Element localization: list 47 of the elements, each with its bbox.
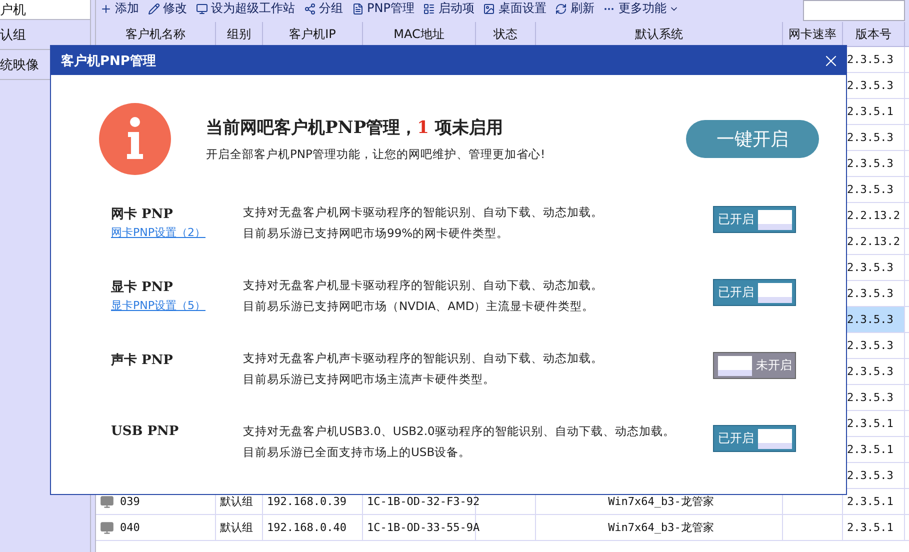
table-cell: 040 [96,515,216,540]
pencil-icon [148,2,160,14]
list-icon [423,2,436,14]
description-line: 支持对无盘客户机显卡驱动程序的智能识别、自动下载、动态加载。 [243,278,604,293]
document-icon [352,2,364,14]
toolbar-button[interactable]: 添加 [100,0,139,17]
sidebar-item[interactable]: 户机 [0,0,90,20]
toggle-switch[interactable]: 已开启 [713,279,796,306]
item-title: 声卡 PNP [111,352,174,369]
item-title: USB PNP [111,424,180,439]
headline: 当前网吧客户机PNP管理，1 项未启用 [206,117,504,139]
toggle-switch[interactable]: 已开启 [713,425,796,452]
table-cell: 2.3.5.1 [843,515,905,540]
item-title: 网卡 PNP [111,206,174,223]
toggle-switch[interactable]: 已开启 [713,206,796,233]
toolbar-button[interactable]: 桌面设置 [483,0,546,17]
settings-link[interactable]: 网卡PNP设置（2） [111,225,243,240]
settings-link[interactable]: 显卡PNP设置（5） [111,298,243,313]
computer-icon [100,520,114,534]
description-line: 目前易乐游已支持网吧市场99%的网卡硬件类型。 [243,226,510,241]
table-cell: 默认组 [216,515,263,540]
toolbar-button[interactable]: 启动项 [423,0,474,17]
item-title: 显卡 PNP [111,279,174,296]
computer-icon [100,494,114,508]
description-line: 支持对无盘客户机USB3.0、USB2.0驱动程序的智能识别、自动下载、动态加载。 [243,424,676,439]
table-cell: Win7x64_b3-龙管家 [536,515,783,540]
subtitle: 开启全部客户机PNP管理功能，让您的网吧维护、管理更加省心! [206,147,546,162]
description-line: 目前易乐游已支持网吧市场（NVDIA、AMD）主流显卡硬件类型。 [243,299,596,314]
toolbar-button[interactable]: 设为超级工作站 [196,0,295,17]
plus-icon [100,2,112,14]
description-line: 目前易乐游已全面支持市场上的USB设备。 [243,445,472,460]
toolbar-button[interactable]: PNP管理 [352,0,414,17]
image-icon [483,2,496,14]
description-line: 支持对无盘客户机网卡驱动程序的智能识别、自动下载、动态加载。 [243,205,604,220]
monitor-icon [196,2,208,14]
refresh-icon [555,2,568,14]
enable-all-button[interactable]: 一键开启 [686,120,819,158]
search-field[interactable] [803,0,905,21]
description-line: 目前易乐游已支持网吧市场主流声卡硬件类型。 [243,372,496,387]
toolbar-button[interactable]: 刷新 [555,0,594,17]
toolbar-button[interactable]: 分组 [304,0,343,17]
table-cell: 192.168.0.40 [263,515,363,540]
nodes-icon [304,2,316,14]
toolbar-button[interactable]: 修改 [148,0,187,17]
info-icon [99,103,171,175]
description-line: 支持对无盘客户机声卡驱动程序的智能识别、自动下载、动态加载。 [243,351,604,366]
toolbar-button[interactable]: 更多功能 [603,0,680,17]
